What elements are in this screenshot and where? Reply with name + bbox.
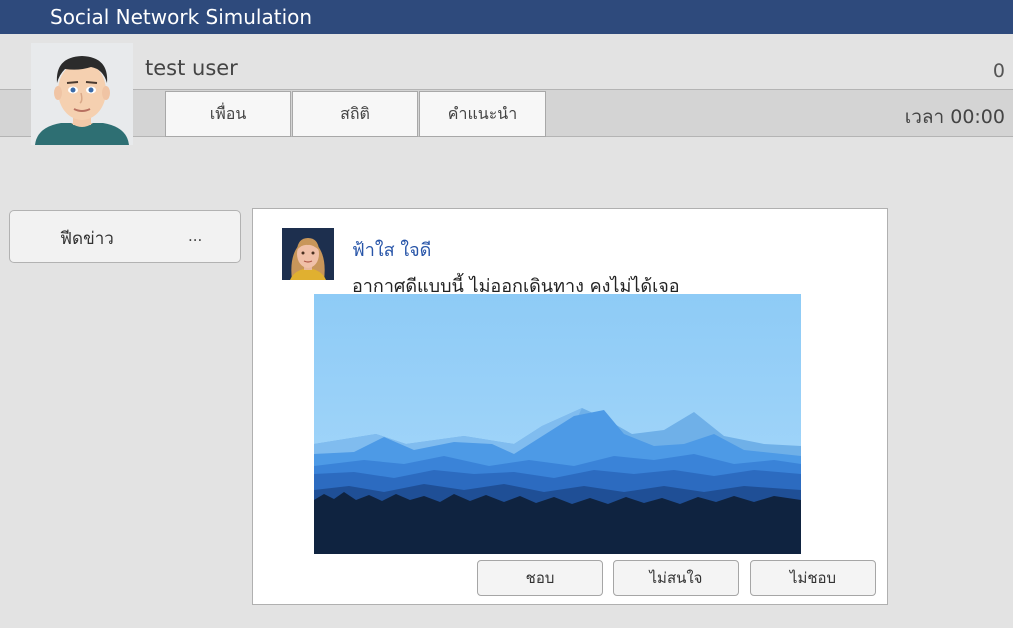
post-author-name[interactable]: ฟ้าใส ใจดี: [352, 235, 431, 264]
score-counter: 0: [992, 60, 1005, 82]
more-icon: ...: [188, 227, 203, 245]
female-avatar-icon: [282, 228, 334, 280]
not-interested-button[interactable]: ไม่สนใจ: [613, 560, 739, 596]
dislike-button[interactable]: ไม่ชอบ: [750, 560, 876, 596]
tab-bar: เพื่อน สถิติ คำแนะนำ เวลา 00:00: [0, 89, 1013, 137]
feed-post: ฟ้าใส ใจดี อากาศดีแบบนี้ ไม่ออกเดินทาง ค…: [252, 208, 888, 605]
tab-stats[interactable]: สถิติ: [292, 91, 418, 137]
male-avatar-icon: [31, 43, 133, 145]
tab-advice[interactable]: คำแนะนำ: [419, 91, 546, 137]
app-title: Social Network Simulation: [50, 5, 313, 29]
like-button[interactable]: ชอบ: [477, 560, 603, 596]
user-avatar[interactable]: [31, 43, 133, 145]
timer: เวลา 00:00: [904, 106, 1005, 128]
mountain-landscape-image: [314, 294, 801, 554]
user-name: test user: [145, 56, 238, 80]
tab-friends[interactable]: เพื่อน: [165, 91, 291, 137]
post-author-avatar[interactable]: [282, 228, 334, 280]
news-feed-label: ฟีดข่าว: [60, 229, 114, 249]
news-feed-button[interactable]: ฟีดข่าว ...: [9, 210, 241, 263]
title-bar: Social Network Simulation: [0, 0, 1013, 34]
